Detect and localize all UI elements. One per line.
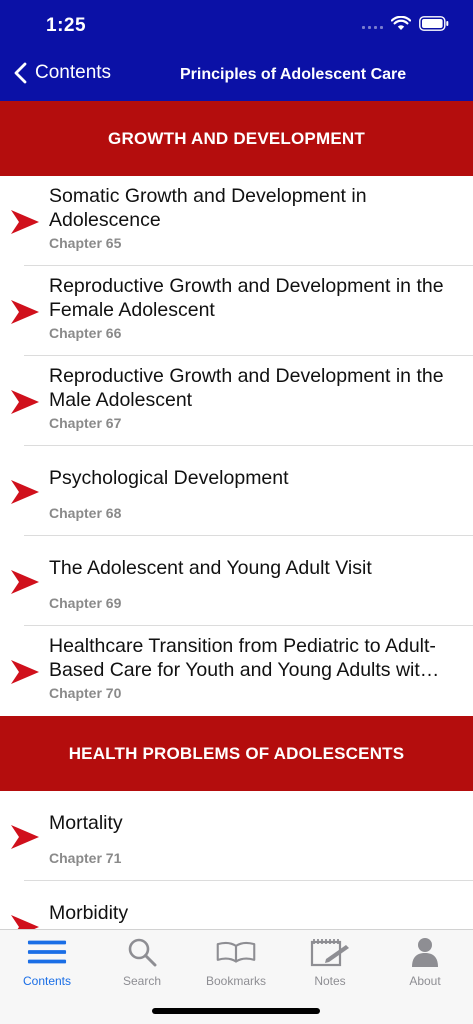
section-header-growth: GROWTH AND DEVELOPMENT bbox=[0, 101, 473, 176]
red-arrow-icon bbox=[11, 570, 39, 594]
chapter-row-71[interactable]: Mortality Chapter 71 bbox=[0, 791, 473, 881]
tab-notes[interactable]: Notes bbox=[283, 936, 377, 988]
chapter-title: Morbidity bbox=[49, 902, 129, 924]
chapter-title: Psychological Development bbox=[49, 467, 289, 489]
chapter-title: Reproductive Growth and Development in t… bbox=[49, 275, 444, 321]
chapter-row-65[interactable]: Somatic Growth and Development in Adoles… bbox=[0, 176, 473, 266]
tab-label: Contents bbox=[22, 974, 72, 988]
status-bar: 1:25 bbox=[0, 0, 473, 50]
chapter-number: Chapter 66 bbox=[49, 325, 122, 341]
book-icon bbox=[216, 941, 256, 963]
red-arrow-icon bbox=[11, 210, 39, 234]
red-arrow-icon bbox=[11, 300, 39, 324]
chevron-left-icon bbox=[14, 62, 27, 84]
chapter-number: Chapter 65 bbox=[49, 235, 122, 251]
chapter-title: Reproductive Growth and Development in t… bbox=[49, 365, 444, 411]
red-arrow-icon bbox=[11, 480, 39, 504]
chapter-number: Chapter 68 bbox=[49, 505, 122, 521]
back-label: Contents bbox=[35, 62, 112, 83]
battery-icon bbox=[419, 16, 449, 31]
home-indicator bbox=[152, 1008, 320, 1014]
cellular-signal-icon bbox=[362, 19, 383, 29]
tab-label: Search bbox=[122, 974, 162, 988]
notepad-icon bbox=[310, 939, 349, 967]
section-header-health-problems: HEALTH PROBLEMS OF ADOLESCENTS bbox=[0, 716, 473, 791]
tab-about[interactable]: About bbox=[378, 936, 472, 988]
tab-label: About bbox=[409, 974, 441, 988]
chapter-row-70[interactable]: Healthcare Transition from Pediatric to … bbox=[0, 626, 473, 716]
chapter-row-72[interactable]: Morbidity bbox=[0, 881, 473, 929]
chapter-row-68[interactable]: Psychological Development Chapter 68 bbox=[0, 446, 473, 536]
tab-label: Notes bbox=[314, 974, 346, 988]
red-arrow-icon bbox=[11, 660, 39, 684]
red-arrow-icon bbox=[11, 825, 39, 849]
chapter-number: Chapter 69 bbox=[49, 595, 122, 611]
chapter-number: Chapter 71 bbox=[49, 850, 122, 866]
status-icons bbox=[362, 16, 449, 31]
chapter-row-67[interactable]: Reproductive Growth and Development in t… bbox=[0, 356, 473, 446]
chapter-title: Healthcare Transition from Pediatric to … bbox=[49, 635, 440, 681]
wifi-icon bbox=[391, 16, 411, 30]
chapter-title: The Adolescent and Young Adult Visit bbox=[49, 557, 372, 579]
tab-label: Bookmarks bbox=[205, 974, 267, 988]
red-arrow-icon bbox=[11, 915, 39, 929]
chapter-number: Chapter 70 bbox=[49, 685, 122, 701]
chapter-number: Chapter 67 bbox=[49, 415, 122, 431]
search-icon bbox=[128, 938, 157, 967]
page-title: Principles of Adolescent Care bbox=[180, 66, 407, 83]
person-icon bbox=[412, 938, 438, 967]
chapter-row-69[interactable]: The Adolescent and Young Adult Visit Cha… bbox=[0, 536, 473, 626]
contents-list[interactable]: GROWTH AND DEVELOPMENT Somatic Growth an… bbox=[0, 101, 473, 929]
chapter-title: Mortality bbox=[49, 812, 123, 834]
tab-search[interactable]: Search bbox=[95, 936, 189, 988]
back-button[interactable]: Contents bbox=[14, 62, 111, 84]
chapter-title: Somatic Growth and Development in Adoles… bbox=[49, 185, 367, 231]
tab-bookmarks[interactable]: Bookmarks bbox=[189, 936, 283, 988]
navigation-bar: Contents Principles of Adolescent Care bbox=[0, 50, 473, 101]
list-icon bbox=[27, 940, 67, 964]
red-arrow-icon bbox=[11, 390, 39, 414]
tab-contents[interactable]: Contents bbox=[0, 936, 94, 988]
status-time: 1:25 bbox=[46, 15, 87, 36]
chapter-row-66[interactable]: Reproductive Growth and Development in t… bbox=[0, 266, 473, 356]
